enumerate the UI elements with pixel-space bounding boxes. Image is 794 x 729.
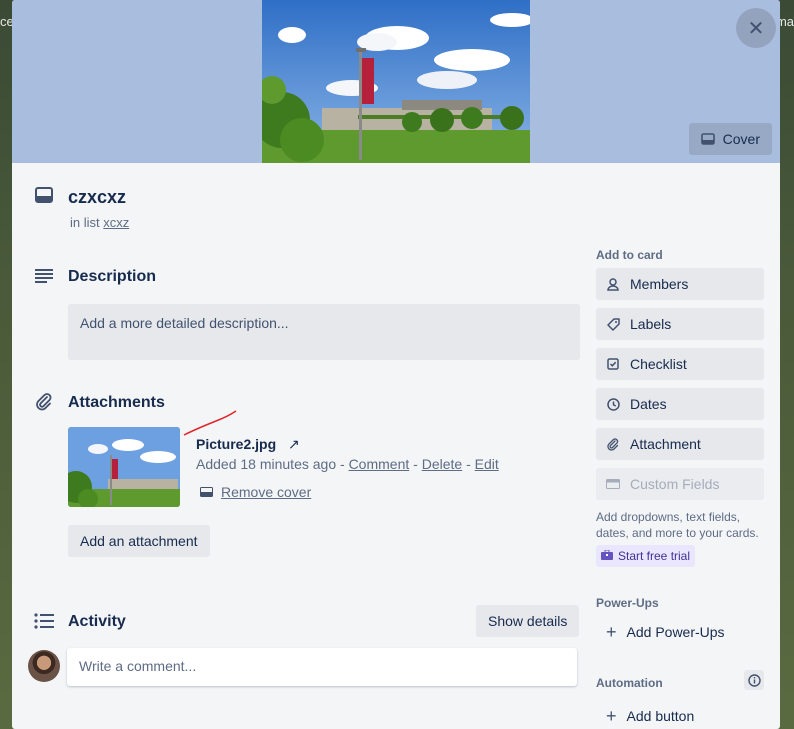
close-button[interactable]: ✕	[736, 8, 776, 48]
attachments-heading: Attachments	[68, 394, 165, 411]
attachment-name[interactable]: Picture2.jpg	[196, 436, 276, 452]
add-attachment-button[interactable]: Add an attachment	[68, 525, 210, 557]
plus-icon: +	[606, 622, 617, 642]
description-icon	[34, 266, 54, 286]
members-label: Members	[630, 276, 689, 292]
remove-cover-row: Remove cover	[200, 484, 311, 500]
add-powerups-label: Add Power-Ups	[626, 624, 725, 640]
attachment-item[interactable]: Picture2.jpg ↗	[196, 436, 300, 453]
clock-icon	[606, 397, 620, 411]
info-icon[interactable]	[744, 670, 764, 690]
members-button[interactable]: Members	[596, 268, 764, 300]
plus-icon: +	[606, 706, 617, 726]
description-heading: Description	[68, 268, 157, 285]
attachment-edit-link[interactable]: Edit	[475, 456, 499, 472]
external-link-icon[interactable]: ↗	[288, 436, 300, 452]
separator: -	[413, 456, 418, 472]
description-input[interactable]: Add a more detailed description...	[68, 304, 580, 360]
close-icon: ✕	[747, 17, 765, 40]
labels-button[interactable]: Labels	[596, 308, 764, 340]
show-details-button[interactable]: Show details	[476, 605, 580, 637]
separator: -	[340, 456, 345, 472]
dates-button[interactable]: Dates	[596, 388, 764, 420]
paperclip-icon	[34, 392, 54, 412]
activity-heading: Activity	[68, 613, 126, 630]
card-list-info: in list xcxz	[70, 215, 129, 230]
dates-label: Dates	[630, 396, 667, 412]
list-link[interactable]: xcxz	[103, 215, 129, 230]
card-cover: ✕ Cover	[12, 0, 780, 163]
add-button-button[interactable]: + Add button	[596, 700, 704, 729]
red-annotation-mark	[183, 410, 237, 436]
cover-image	[262, 0, 530, 163]
custom-fields-label: Custom Fields	[630, 476, 720, 492]
remove-cover-link[interactable]: Remove cover	[221, 484, 311, 500]
add-button-label: Add button	[626, 708, 695, 724]
attachment-added-time: Added 18 minutes ago	[196, 456, 337, 472]
add-powerups-button[interactable]: + Add Power-Ups	[596, 616, 735, 648]
labels-label: Labels	[630, 316, 672, 332]
attachment-button[interactable]: Attachment	[596, 428, 764, 460]
custom-fields-button[interactable]: Custom Fields	[596, 468, 764, 500]
cover-icon	[700, 133, 715, 145]
start-free-trial-label: Start free trial	[618, 549, 691, 563]
tag-icon	[606, 317, 620, 331]
attachment-meta: Added 18 minutes ago - Comment - Delete …	[196, 456, 499, 472]
activity-icon	[34, 611, 54, 631]
card-icon	[34, 185, 54, 205]
attachment-label: Attachment	[630, 436, 701, 452]
person-icon	[606, 277, 620, 291]
card-detail-modal: ✕ Cover czxcxz in list xcxz Description …	[12, 0, 780, 729]
card-title[interactable]: czxcxz	[68, 187, 126, 208]
powerups-label: Power-Ups	[596, 596, 659, 610]
add-to-card-label: Add to card	[596, 248, 663, 262]
checkbox-icon	[606, 358, 620, 370]
avatar[interactable]	[28, 650, 60, 682]
start-free-trial-button[interactable]: Start free trial	[596, 545, 696, 567]
comment-input[interactable]: Write a comment...	[67, 648, 577, 686]
cover-button[interactable]: Cover	[688, 123, 772, 155]
custom-fields-note: Add dropdowns, text fields, dates, and m…	[596, 510, 759, 540]
separator: -	[466, 456, 471, 472]
automation-label: Automation	[596, 676, 663, 690]
briefcase-icon	[601, 549, 613, 563]
custom-fields-icon	[606, 479, 620, 489]
attachment-comment-link[interactable]: Comment	[349, 456, 410, 472]
checklist-label: Checklist	[630, 356, 687, 372]
paperclip-icon	[606, 437, 620, 451]
checklist-button[interactable]: Checklist	[596, 348, 764, 380]
cover-icon	[200, 487, 213, 497]
cover-button-label: Cover	[722, 131, 760, 147]
list-prefix: in list	[70, 215, 100, 230]
attachment-delete-link[interactable]: Delete	[422, 456, 462, 472]
attachment-thumbnail[interactable]	[68, 427, 180, 507]
